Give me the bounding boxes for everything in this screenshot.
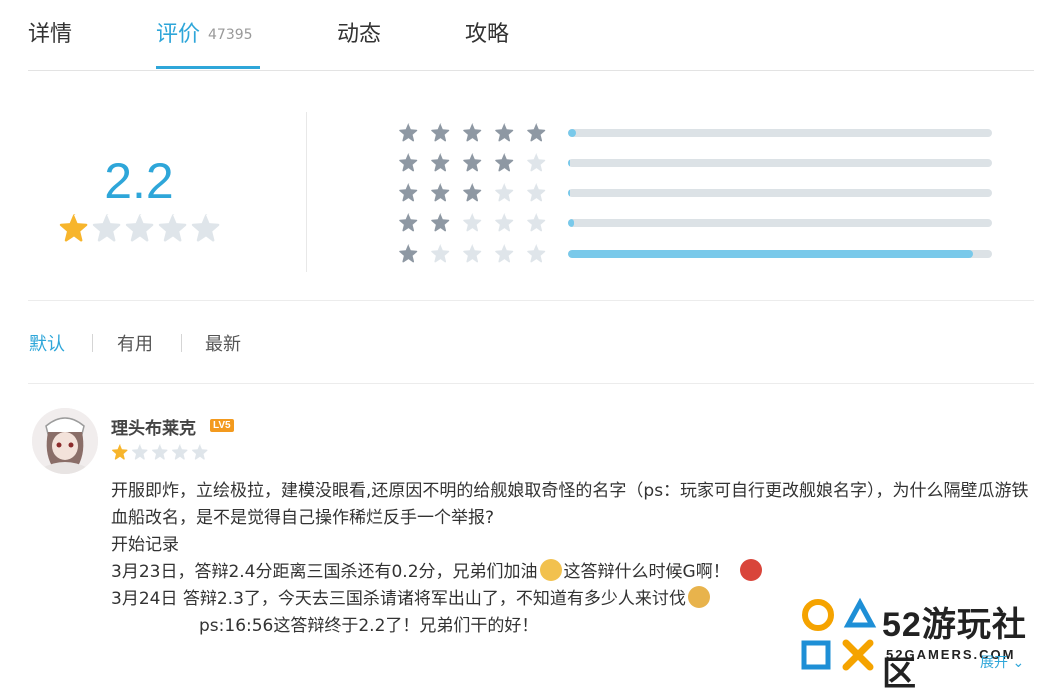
distribution-bar [568,250,992,258]
watermark-title: 52游玩社区 [882,606,1027,693]
distribution-bar-fill [568,219,575,227]
star-icon [463,213,482,232]
star-icon [191,214,220,242]
average-star-rating [58,212,223,246]
section-divider [28,383,1034,384]
star-icon [463,123,482,142]
row-stars [398,122,558,142]
distribution-bar [568,159,992,167]
review-line-text: 这答辩什么时候G啊！ [563,562,730,582]
star-icon [527,183,546,202]
star-icon [399,213,418,232]
review-username[interactable]: 理头布莱克 [111,414,196,439]
star-icon [495,244,514,263]
review-line: 3月23日，答辩2.4分距离三国杀还有0.2分，兄弟们加油 这答辩什么时候G啊！ [111,559,1031,586]
review-line: 开服即炸，立绘极拉，建模没眼看,还原因不明的给舰娘取奇怪的名字（ps：玩家可自行… [111,481,1029,528]
doge-emoji-icon [687,586,710,608]
tab-guides-label: 攻略 [465,22,510,47]
distribution-bar-fill [568,129,577,137]
distribution-bar [568,129,992,137]
review-line: 开始记录 [111,535,179,555]
star-icon [92,214,121,242]
review-star-rating [111,443,211,465]
section-divider [28,300,1034,301]
active-tab-indicator [156,66,260,69]
star-icon [399,153,418,172]
review-line-text: 3月23日，答辩2.4分距离三国杀还有0.2分，兄弟们加油 [111,562,538,582]
tab-details-label: 详情 [28,22,73,47]
user-level-badge: LV5 [210,419,234,432]
star-icon [172,444,188,460]
row-stars [398,182,558,202]
review-line-text: 3月24日 答辩2.3了，今天去三国杀请诸将军出山了，不知道有多少人来讨伐 [111,589,686,609]
row-stars [398,212,558,232]
distribution-bar [568,189,992,197]
sort-separator [181,334,182,352]
avatar[interactable] [32,408,98,474]
rating-distribution-row-2 [398,212,992,234]
sort-default[interactable]: 默认 [29,330,65,356]
distribution-bar-fill [568,159,571,167]
star-icon [431,244,450,263]
star-icon [112,444,128,460]
star-icon [527,123,546,142]
tab-reviews-label: 评价 [156,22,201,47]
tab-reviews[interactable]: 评价 47395 [156,16,253,48]
rating-distribution-row-5 [398,122,992,144]
tab-bar: 详情 评价 47395 动态 攻略 [28,0,1034,71]
star-icon [495,213,514,232]
row-stars [398,243,558,263]
distribution-bar [568,219,992,227]
star-icon [431,213,450,232]
star-icon [158,214,187,242]
expand-link[interactable]: 展开 ⌄ [980,652,1024,672]
review-count: 47395 [208,27,253,43]
star-icon [132,444,148,460]
star-icon [152,444,168,460]
tab-guides[interactable]: 攻略 [465,16,509,48]
star-icon [399,123,418,142]
star-icon [125,214,154,242]
star-icon [527,153,546,172]
star-icon [463,244,482,263]
star-icon [527,213,546,232]
star-icon [399,244,418,263]
emoji-icon [539,559,562,581]
sort-separator [92,334,93,352]
rating-distribution-row-1 [398,243,992,265]
tab-activity-label: 动态 [337,22,382,47]
distribution-bar-fill [568,250,973,258]
star-icon [495,183,514,202]
sort-useful[interactable]: 有用 [117,330,153,356]
star-icon [463,153,482,172]
star-icon [431,123,450,142]
star-icon [431,183,450,202]
star-icon [463,183,482,202]
row-stars [398,152,558,172]
tab-details[interactable]: 详情 [28,16,72,48]
star-icon [192,444,208,460]
star-icon [59,214,88,242]
star-icon [399,183,418,202]
spiderman-emoji-icon [739,559,762,581]
star-icon [495,153,514,172]
distribution-bar-fill [568,189,571,197]
playstation-symbols-icon [801,597,877,671]
rating-distribution-row-4 [398,152,992,174]
tab-activity[interactable]: 动态 [337,16,381,48]
star-icon [495,123,514,142]
star-icon [527,244,546,263]
expand-label: 展开 [980,655,1008,671]
score-panel: 2.2 [28,112,307,272]
rating-distribution-row-3 [398,182,992,204]
star-icon [431,153,450,172]
average-score: 2.2 [104,153,174,209]
sort-latest[interactable]: 最新 [205,330,241,356]
